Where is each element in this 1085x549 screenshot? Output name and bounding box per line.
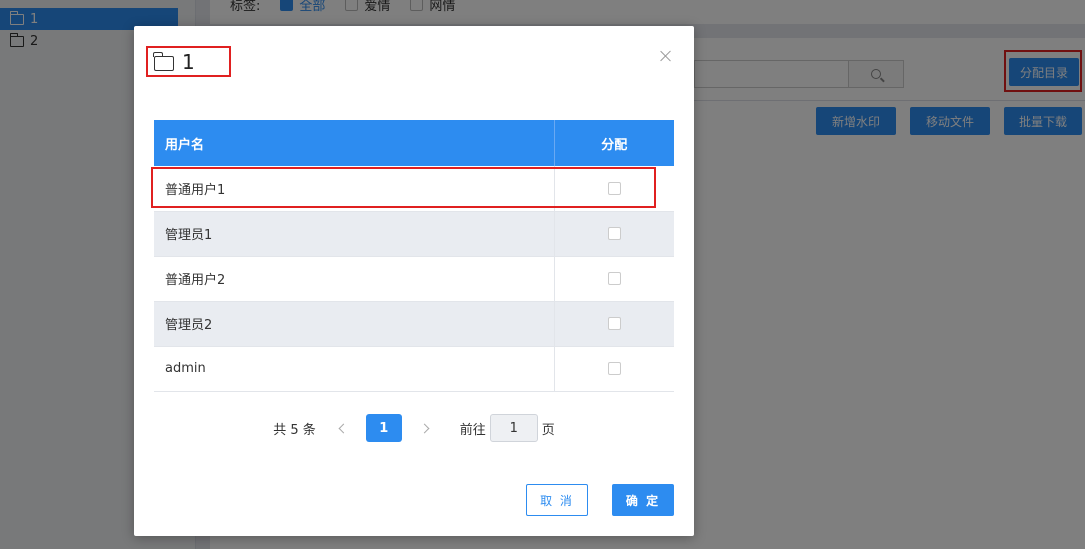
username-cell: 管理员2 (154, 301, 554, 347)
table-header-row: 用户名 分配 (154, 120, 674, 166)
dialog-title-highlight: 1 (146, 46, 231, 77)
assign-checkbox[interactable] (607, 317, 621, 330)
table-row: 普通用户2 (154, 256, 674, 302)
table-row: 普通用户1 (154, 166, 674, 212)
username-cell: 管理员1 (154, 211, 554, 257)
chevron-left-icon (338, 423, 349, 433)
table-row: 管理员1 (154, 211, 674, 257)
assign-checkbox[interactable] (607, 362, 621, 375)
next-page-button[interactable] (416, 418, 436, 438)
pagination: 共 5 条 1 前往 页 (134, 413, 694, 443)
dialog-title: 1 (182, 49, 195, 74)
table-row: admin (154, 346, 674, 392)
username-cell: 普通用户2 (154, 256, 554, 302)
username-cell: 普通用户1 (154, 166, 554, 212)
pagination-total: 共 5 条 (273, 422, 316, 438)
page-1-button[interactable]: 1 (365, 414, 402, 442)
assign-dialog: 1 用户名 分配 普通用户1 管理员1 普通用户2 管理员2 admin 共 5… (134, 26, 694, 536)
goto-suffix: 页 (541, 422, 555, 438)
column-username: 用户名 (154, 120, 554, 166)
goto-page: 前往 页 (460, 414, 555, 442)
user-table: 用户名 分配 普通用户1 管理员1 普通用户2 管理员2 admin (154, 120, 674, 392)
assign-checkbox[interactable] (607, 227, 621, 240)
close-icon[interactable] (658, 48, 674, 64)
prev-page-button[interactable] (332, 418, 352, 438)
confirm-button[interactable]: 确 定 (612, 484, 674, 516)
goto-prefix: 前往 (459, 422, 486, 438)
username-cell: admin (154, 346, 554, 392)
goto-page-input[interactable] (489, 414, 538, 442)
table-row: 管理员2 (154, 301, 674, 347)
folder-icon (153, 51, 174, 71)
assign-checkbox[interactable] (607, 181, 621, 195)
column-assign: 分配 (553, 120, 674, 166)
assign-checkbox[interactable] (607, 272, 621, 285)
cancel-button[interactable]: 取 消 (526, 484, 588, 516)
chevron-right-icon (419, 423, 430, 433)
